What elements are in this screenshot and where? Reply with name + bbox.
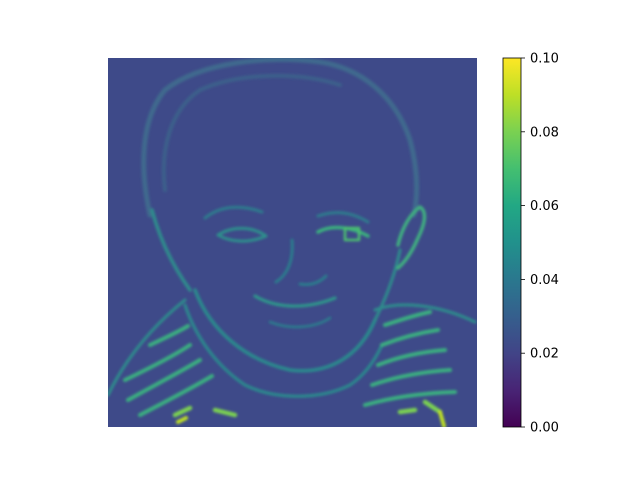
colorbar: 0.00 0.02 0.04 0.06 0.08 0.10	[502, 52, 559, 436]
colorbar-tick-label: 0.00	[530, 421, 559, 436]
colorbar-tick-label: 0.06	[530, 199, 559, 214]
figure: 0.00 0.02 0.04 0.06 0.08 0.10	[108, 52, 559, 436]
colorbar-tick-label: 0.10	[530, 52, 559, 67]
heatmap	[108, 58, 477, 427]
colorbar-gradient	[502, 57, 522, 428]
colorbar-ticks: 0.00 0.02 0.04 0.06 0.08 0.10	[521, 52, 559, 436]
colorbar-tick-label: 0.08	[530, 125, 559, 140]
colorbar-tick-label: 0.04	[530, 273, 559, 288]
colorbar-tick-label: 0.02	[530, 347, 559, 362]
